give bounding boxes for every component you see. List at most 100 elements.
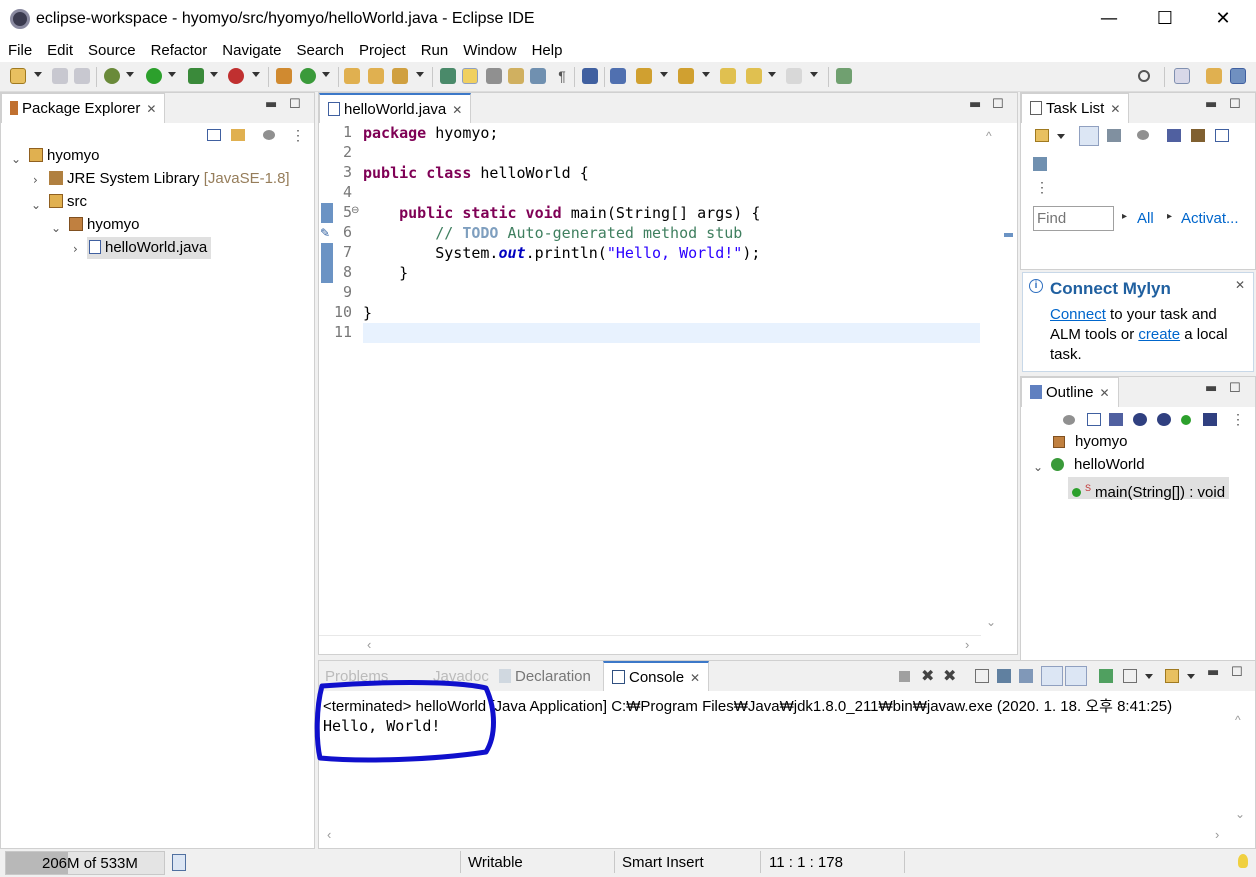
forward-icon[interactable] [786, 68, 802, 84]
overview-ruler-marker[interactable] [1004, 233, 1013, 237]
show-on-stdout-icon[interactable] [1041, 666, 1063, 686]
save-icon[interactable] [52, 68, 68, 84]
activate-task-link[interactable]: Activat... [1181, 210, 1239, 227]
menu-source[interactable]: Source [80, 40, 143, 62]
minimize-view-icon[interactable]: ▬ [265, 97, 277, 112]
maximize-view-icon[interactable]: ☐ [289, 97, 301, 112]
scroll-left-icon[interactable]: ‹ [367, 637, 371, 652]
trash-icon[interactable] [172, 854, 186, 871]
external-tools-icon[interactable] [228, 68, 244, 84]
code-line[interactable]: public static void main(String[] args) { [363, 203, 760, 223]
back-icon[interactable] [746, 68, 762, 84]
save-all-icon[interactable] [74, 68, 90, 84]
previous-annotation-icon[interactable] [678, 68, 694, 84]
chevron-right-icon[interactable]: › [33, 173, 38, 187]
scroll-left-icon[interactable]: ‹ [327, 827, 331, 842]
skip-breakpoints-icon[interactable] [610, 68, 626, 84]
connect-link[interactable]: Connect [1050, 306, 1106, 323]
new-task-icon[interactable] [1035, 129, 1049, 142]
tab-task-list[interactable]: Task List ✕ [1021, 93, 1130, 123]
chevron-down-icon[interactable]: ⌄ [11, 152, 21, 166]
open-type-icon[interactable] [344, 68, 360, 84]
toggle-breadcrumb-icon[interactable] [440, 68, 456, 84]
vertical-scrollbar[interactable] [980, 127, 998, 637]
focus-icon[interactable] [1191, 129, 1205, 142]
close-tab-icon[interactable]: ✕ [1100, 386, 1110, 400]
sort-icon[interactable] [1109, 413, 1123, 426]
tab-outline[interactable]: Outline ✕ [1021, 377, 1119, 407]
clear-console-icon[interactable] [975, 669, 989, 683]
minimize-view-icon[interactable]: ▬ [969, 97, 981, 112]
minimize-view-icon[interactable]: ▬ [1205, 97, 1217, 112]
new-class-icon[interactable] [300, 68, 316, 84]
pin-editor-icon[interactable] [836, 68, 852, 84]
view-menu-icon[interactable]: ⋮ [291, 127, 305, 144]
minimize-view-icon[interactable]: ▬ [1207, 665, 1219, 680]
categorized-icon[interactable] [1079, 126, 1099, 146]
chevron-down-icon[interactable]: ⌄ [51, 221, 61, 235]
menu-file[interactable]: File [0, 40, 39, 62]
hide-non-public-icon[interactable] [1181, 415, 1191, 425]
fold-toggle-icon[interactable]: ⊖ [351, 205, 359, 216]
show-on-stderr-icon[interactable] [1065, 666, 1087, 686]
scroll-down-icon[interactable]: ⌄ [1235, 807, 1245, 821]
tab-helloworld-java[interactable]: helloWorld.java ✕ [319, 93, 472, 123]
run-icon[interactable] [146, 68, 162, 84]
hide-completed-icon[interactable] [1167, 129, 1181, 142]
console-icon[interactable] [582, 68, 598, 84]
tree-item-jre-library[interactable]: JRE System Library [JavaSE-1.8] [49, 168, 290, 190]
tab-console[interactable]: Console ✕ [603, 661, 710, 691]
last-edit-icon[interactable] [720, 68, 736, 84]
close-tab-icon[interactable]: ✕ [452, 103, 462, 117]
remove-launch-icon[interactable]: ✖ [921, 666, 934, 686]
code-line[interactable]: } [363, 303, 372, 323]
code-line[interactable]: // TODO Auto-generated method stub [363, 223, 742, 243]
heap-status[interactable]: 206M of 533M [5, 851, 165, 875]
chevron-down-icon[interactable]: ⌄ [1033, 460, 1043, 474]
close-icon[interactable]: ✕ [1235, 278, 1245, 292]
horizontal-scrollbar[interactable] [319, 635, 981, 653]
menu-run[interactable]: Run [413, 40, 456, 62]
horizontal-scrollbar[interactable] [319, 827, 1237, 847]
scroll-right-icon[interactable]: › [965, 637, 969, 652]
block-selection-icon[interactable] [486, 68, 502, 84]
menu-navigate[interactable]: Navigate [214, 40, 288, 62]
collapse-all-icon[interactable] [207, 129, 221, 141]
maximize-view-icon[interactable]: ☐ [1229, 381, 1241, 396]
hide-static-icon[interactable] [1157, 413, 1171, 426]
maximize-view-icon[interactable]: ☐ [1231, 665, 1243, 680]
maximize-view-icon[interactable]: ☐ [992, 97, 1004, 112]
menu-refactor[interactable]: Refactor [143, 40, 215, 62]
next-annotation-icon[interactable] [636, 68, 652, 84]
open-task-icon[interactable] [368, 68, 384, 84]
scroll-right-icon[interactable]: › [1215, 827, 1219, 842]
scroll-up-icon[interactable]: ^ [1235, 713, 1241, 727]
chevron-down-icon[interactable]: ⌄ [31, 198, 41, 212]
code-line[interactable]: package hyomyo; [363, 123, 498, 143]
tab-declaration[interactable]: Declaration [499, 668, 591, 685]
create-link[interactable]: create [1138, 326, 1180, 343]
tree-item-java-file[interactable]: helloWorld.java [87, 237, 212, 259]
chevron-right-icon[interactable]: › [73, 242, 78, 256]
scheduled-icon[interactable] [1107, 129, 1121, 142]
java-ee-perspective-icon[interactable] [1206, 68, 1222, 84]
new-java-project-icon[interactable] [276, 68, 292, 84]
word-wrap-icon[interactable] [1019, 669, 1033, 683]
view-menu-icon[interactable]: ⋮ [1035, 179, 1049, 196]
open-perspective-icon[interactable] [1174, 68, 1190, 84]
search-tool-icon[interactable] [392, 68, 408, 84]
filter-icon[interactable] [1063, 415, 1075, 425]
maximize-view-icon[interactable]: ☐ [1229, 97, 1241, 112]
menu-search[interactable]: Search [288, 40, 351, 62]
tree-item-src[interactable]: src [49, 191, 87, 213]
all-tasks-link[interactable]: All [1137, 210, 1154, 227]
display-console-icon[interactable] [1123, 669, 1137, 683]
task-find-input[interactable] [1033, 206, 1114, 231]
terminate-icon[interactable] [899, 671, 910, 682]
menu-help[interactable]: Help [524, 40, 570, 62]
link-with-editor-icon[interactable] [231, 129, 245, 141]
search-icon[interactable] [1138, 70, 1150, 82]
open-console-icon[interactable] [1165, 669, 1179, 683]
view-menu-icon[interactable]: ⋮ [1231, 411, 1245, 428]
filter-icon[interactable] [263, 130, 275, 140]
